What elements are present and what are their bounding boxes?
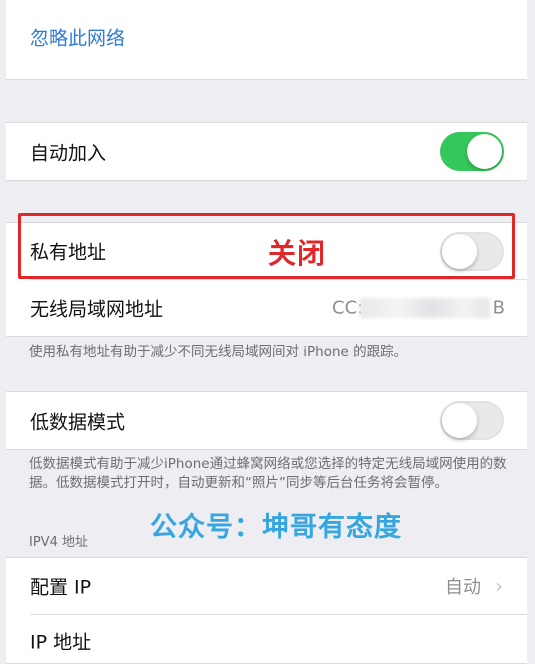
ip-address-row: IP 地址 xyxy=(6,615,527,663)
low-data-row: 低数据模式 xyxy=(6,392,527,449)
auto-join-label: 自动加入 xyxy=(30,142,107,164)
ipv4-group: 配置 IP 自动 › IP 地址 xyxy=(6,557,527,664)
toggle-knob xyxy=(442,403,477,438)
wlan-address-value-suffix: B xyxy=(492,297,505,319)
forget-network-group: 忽略此网络 xyxy=(6,0,527,80)
wlan-address-label: 无线局域网地址 xyxy=(30,298,164,321)
highlight-box xyxy=(18,213,515,279)
annotation-off-label: 关闭 xyxy=(268,237,327,270)
auto-join-toggle[interactable] xyxy=(440,132,504,171)
low-data-toggle[interactable] xyxy=(440,401,504,440)
low-data-label: 低数据模式 xyxy=(30,411,126,433)
watermark-text: 公众号：坤哥有态度 xyxy=(150,512,402,543)
blurred-mac-address xyxy=(360,298,490,318)
low-data-note: 低数据模式有助于减少iPhone通过蜂窝网络或您选择的特定无线局域网使用的数据。… xyxy=(29,456,507,491)
toggle-knob xyxy=(467,134,502,169)
private-address-note: 使用私有地址有助于减少不同无线局域网间对 iPhone 的跟踪。 xyxy=(29,344,408,360)
wlan-address-value-prefix: CC: xyxy=(332,297,364,319)
forget-network-button[interactable]: 忽略此网络 xyxy=(6,0,527,79)
auto-join-row: 自动加入 xyxy=(6,123,527,180)
ip-address-label: IP 地址 xyxy=(30,631,92,654)
configure-ip-value: 自动 xyxy=(445,577,481,598)
auto-join-group: 自动加入 xyxy=(6,122,527,181)
ipv4-section-header: IPV4 地址 xyxy=(29,535,88,550)
low-data-group: 低数据模式 xyxy=(6,391,527,450)
chevron-right-icon: › xyxy=(495,574,503,598)
forget-network-label: 忽略此网络 xyxy=(30,27,126,50)
configure-ip-label: 配置 IP xyxy=(30,576,92,599)
configure-ip-row[interactable]: 配置 IP 自动 › xyxy=(6,558,527,614)
